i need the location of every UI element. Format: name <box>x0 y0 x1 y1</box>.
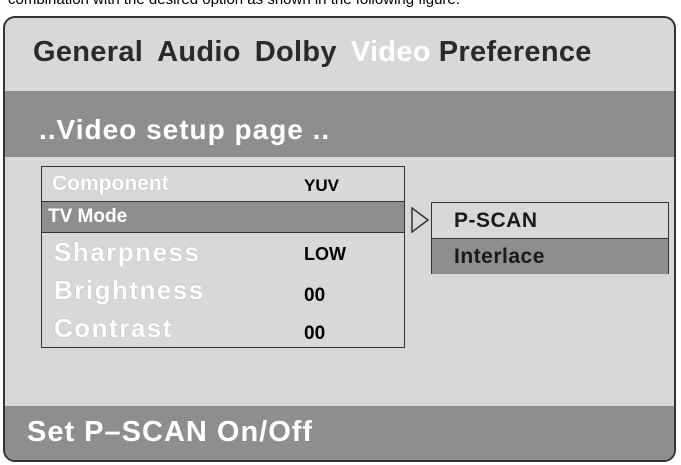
menu-item-label: TV Mode <box>48 206 128 227</box>
tab-general[interactable]: General <box>33 36 143 68</box>
menu-item-component[interactable]: Component YUV <box>42 167 404 201</box>
menu-item-brightness[interactable]: Brightness 00 <box>42 271 404 309</box>
hollow-right-triangle-icon <box>411 206 430 234</box>
submenu-option-p-scan[interactable]: P-SCAN <box>432 203 668 239</box>
tab-dolby[interactable]: Dolby <box>255 36 337 68</box>
menu-item-value: YUV <box>304 176 339 195</box>
tv-mode-submenu: P-SCAN Interlace <box>431 202 669 274</box>
video-setup-osd: General Audio Dolby Video Preference ..Video… <box>3 16 676 462</box>
menu-item-label: Sharpness <box>54 237 201 267</box>
menu-item-sharpness[interactable]: Sharpness LOW <box>42 233 404 271</box>
tab-audio[interactable]: Audio <box>157 36 241 68</box>
video-settings-menu: Component YUV TV Mode Sharpness LOW Brig… <box>41 166 405 348</box>
tab-video[interactable]: Video <box>351 36 431 68</box>
status-bar: Set P–SCAN On/Off <box>5 406 674 460</box>
submenu-option-label: P-SCAN <box>454 209 538 232</box>
tab-preference[interactable]: Preference <box>439 36 592 68</box>
menu-item-label: Contrast <box>54 313 173 343</box>
menu-item-tv-mode[interactable]: TV Mode <box>42 201 404 233</box>
document-caption: combination with the desired option as s… <box>8 0 681 8</box>
submenu-option-interlace[interactable]: Interlace <box>432 238 668 274</box>
status-text: Set P–SCAN On/Off <box>27 416 314 448</box>
page-title: ..Video setup page .. <box>39 114 331 145</box>
menu-item-value: 00 <box>304 323 326 344</box>
menu-item-contrast[interactable]: Contrast 00 <box>42 309 404 347</box>
menu-item-value: LOW <box>304 244 346 264</box>
menu-item-label: Component <box>52 172 169 195</box>
submenu-option-label: Interlace <box>454 245 545 268</box>
menu-item-value: 00 <box>304 285 326 306</box>
menu-item-label: Brightness <box>54 275 205 305</box>
settings-tab-bar: General Audio Dolby Video Preference <box>33 36 606 69</box>
